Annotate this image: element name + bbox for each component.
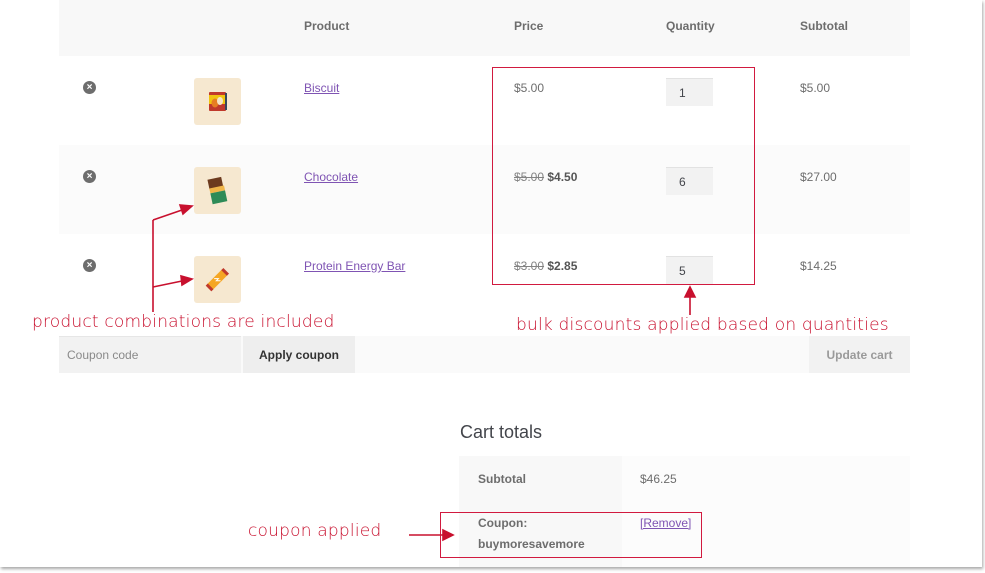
subtotal-label: Subtotal: [459, 456, 622, 504]
header-subtotal: Subtotal: [800, 19, 848, 33]
cart-totals-title: Cart totals: [460, 422, 543, 442]
table-row: × Biscuit $5.00 $5.00: [59, 56, 910, 145]
product-link[interactable]: Chocolate: [304, 170, 358, 184]
cart-actions: Apply coupon Update cart: [59, 336, 910, 373]
line-subtotal: $14.25: [800, 259, 837, 273]
coupon-highlight-box: [440, 512, 702, 558]
energy-bar-icon: [205, 267, 230, 292]
table-row: × Chocolate $5.00 $4.50 $27.00: [59, 145, 910, 234]
line-subtotal: $27.00: [800, 170, 837, 184]
remove-item-icon[interactable]: ×: [83, 81, 96, 94]
header-product: Product: [304, 19, 350, 33]
annotation-bulk-discounts: bulk discounts applied based on quantiti…: [516, 315, 889, 335]
cart-page: Product Price Quantity Subtotal × Biscui…: [0, 0, 982, 567]
line-subtotal: $5.00: [800, 81, 831, 95]
annotation-coupon-applied: coupon applied: [248, 521, 382, 541]
product-link[interactable]: Protein Energy Bar: [304, 259, 405, 273]
product-thumbnail[interactable]: [194, 167, 241, 214]
subtotal-value: $46.25: [622, 456, 910, 504]
update-cart-button[interactable]: Update cart: [809, 336, 910, 373]
table-row: × Protein Energy Bar $3.00 $2.85 $14.25: [59, 234, 910, 323]
bulk-discount-highlight-box: [492, 67, 755, 285]
chocolate-icon: [207, 176, 228, 205]
biscuit-icon: [209, 92, 227, 111]
remove-item-icon[interactable]: ×: [83, 259, 96, 272]
coupon-code-input[interactable]: [59, 336, 241, 373]
table-header: Product Price Quantity Subtotal: [59, 0, 910, 56]
remove-item-icon[interactable]: ×: [83, 170, 96, 183]
product-thumbnail[interactable]: [194, 256, 241, 303]
header-quantity: Quantity: [666, 19, 715, 33]
annotation-product-combinations: product combinations are included: [32, 312, 335, 332]
product-thumbnail[interactable]: [194, 78, 241, 125]
totals-subtotal-row: Subtotal $46.25: [459, 456, 910, 504]
product-link[interactable]: Biscuit: [304, 81, 339, 95]
apply-coupon-button[interactable]: Apply coupon: [243, 336, 355, 373]
cart-table: Product Price Quantity Subtotal × Biscui…: [59, 0, 910, 303]
header-price: Price: [514, 19, 544, 33]
